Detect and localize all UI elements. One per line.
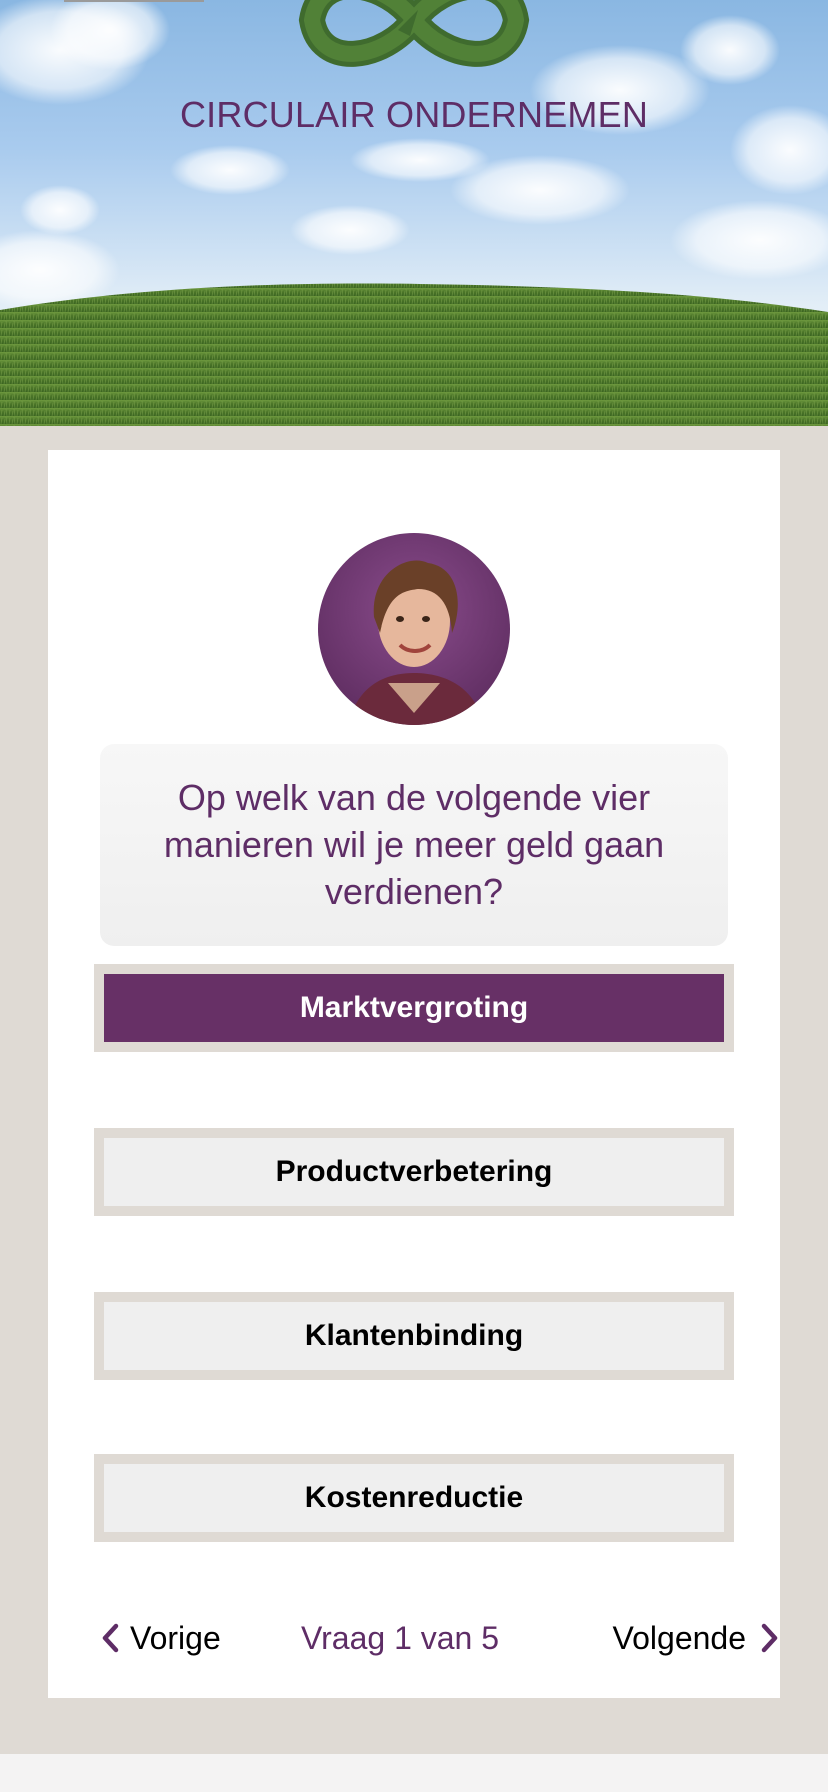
- presenter-portrait-image: [318, 533, 510, 725]
- hero-banner: CIRCULAIR ONDERNEMEN: [0, 0, 828, 426]
- previous-label: Vorige: [130, 1619, 221, 1656]
- option-label: Klantenbinding: [304, 1319, 524, 1352]
- option-label: Kostenreductie: [304, 1481, 524, 1514]
- next-button[interactable]: Volgende: [613, 1612, 780, 1664]
- quiz-navigation: Vorige Vraag 1 van 5 Volgende: [48, 1612, 780, 1664]
- option-label: Productverbetering: [275, 1155, 553, 1188]
- question-text: Op welk van de volgende vier manieren wi…: [100, 744, 728, 946]
- progress-indicator: Vraag 1 van 5: [300, 1619, 500, 1656]
- option-button-kostenreductie[interactable]: Kostenreductie: [94, 1454, 734, 1542]
- option-label: Marktvergroting: [299, 991, 529, 1024]
- brand-title: CIRCULAIR ONDERNEMEN: [179, 94, 649, 135]
- previous-button[interactable]: Vorige: [100, 1612, 221, 1664]
- option-button-klantenbinding[interactable]: Klantenbinding: [94, 1292, 734, 1380]
- chevron-right-icon: [761, 1623, 778, 1653]
- option-button-marktvergroting[interactable]: Marktvergroting: [94, 964, 734, 1052]
- infinity-logo-icon: [298, 0, 530, 67]
- top-indicator-bar: [64, 0, 204, 2]
- avatar: [318, 533, 510, 725]
- chevron-left-icon: [102, 1623, 119, 1653]
- next-label: Volgende: [612, 1619, 746, 1656]
- option-button-productverbetering[interactable]: Productverbetering: [94, 1128, 734, 1216]
